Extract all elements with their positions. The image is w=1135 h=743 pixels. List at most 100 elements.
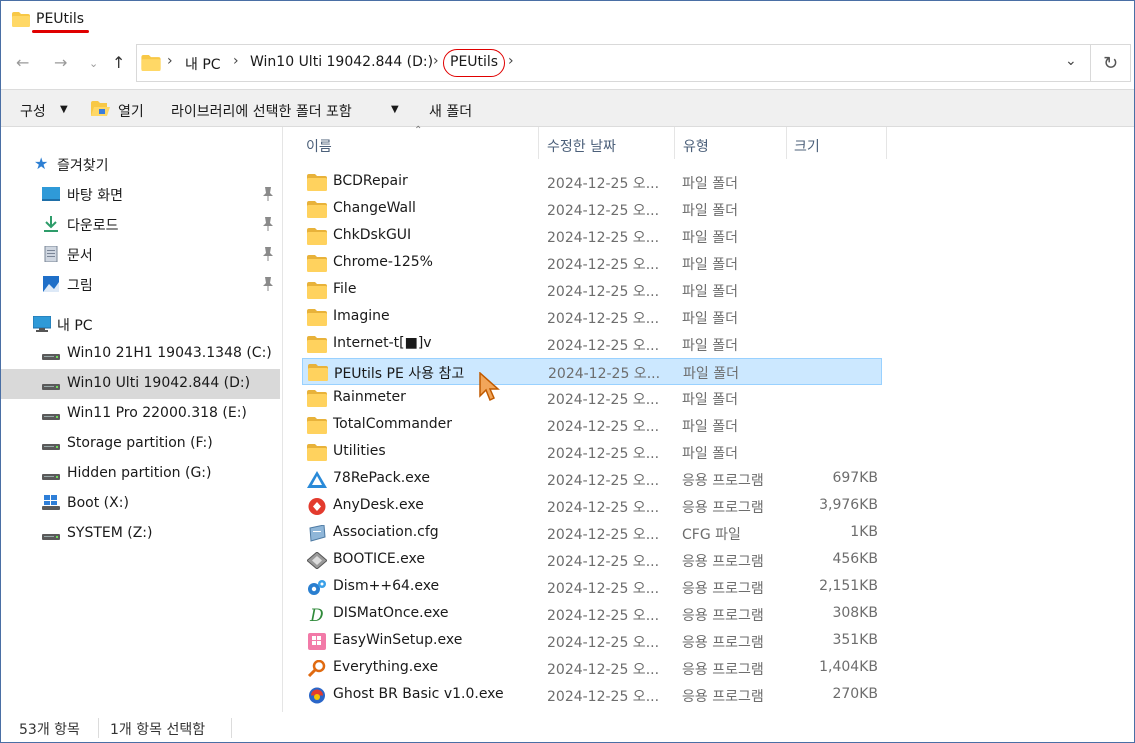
- breadcrumb-chevron-icon[interactable]: ›: [167, 53, 173, 69]
- file-type: 응용 프로그램: [682, 473, 764, 489]
- organize-caret-icon[interactable]: ▼: [60, 104, 68, 115]
- file-row[interactable]: ChkDskGUI 2024-12-25 오... 파일 폴더: [302, 223, 882, 250]
- drive-icon: [42, 474, 60, 480]
- gears-icon: [307, 579, 327, 596]
- new-folder-button[interactable]: 새 폴더: [429, 101, 472, 121]
- file-row[interactable]: Utilities 2024-12-25 오... 파일 폴더: [302, 439, 882, 466]
- status-bar: 53개 항목 1개 항목 선택함: [1, 712, 1134, 742]
- folder-icon: [307, 336, 327, 353]
- file-row[interactable]: Chrome-125% 2024-12-25 오... 파일 폴더: [302, 250, 882, 277]
- breadcrumb-chevron-icon[interactable]: ›: [508, 53, 514, 69]
- column-divider[interactable]: [886, 127, 887, 159]
- pin-icon[interactable]: [262, 277, 274, 291]
- sidebar-item-desktop[interactable]: 바탕 화면: [1, 179, 280, 209]
- folder-icon: [308, 364, 328, 381]
- file-row[interactable]: Internet-t[■]v 2024-12-25 오... 파일 폴더: [302, 331, 882, 358]
- file-row[interactable]: Ghost BR Basic v1.0.exe 2024-12-25 오... 응용…: [302, 682, 882, 709]
- folder-icon: [141, 55, 161, 71]
- file-row[interactable]: Rainmeter 2024-12-25 오... 파일 폴더: [302, 385, 882, 412]
- file-size: 1,404KB: [819, 659, 878, 675]
- sidebar-item-pictures[interactable]: 그림: [1, 269, 280, 299]
- sidebar-item-downloads[interactable]: 다운로드: [1, 209, 280, 239]
- sidebar-item-drive-d[interactable]: Win10 Ulti 19042.844 (D:): [1, 369, 280, 399]
- organize-button[interactable]: 구성: [20, 101, 46, 121]
- forward-arrow-icon[interactable]: →: [54, 53, 67, 72]
- breadcrumb-this-pc[interactable]: 내 PC: [185, 54, 221, 74]
- open-button[interactable]: 열기: [118, 101, 144, 121]
- file-row[interactable]: BCDRepair 2024-12-25 오... 파일 폴더: [302, 169, 882, 196]
- sidebar-item-label: Boot (X:): [67, 495, 129, 511]
- file-date: 2024-12-25 오...: [547, 257, 660, 273]
- file-date: 2024-12-25 오...: [547, 176, 660, 192]
- sidebar-item-drive-g[interactable]: Hidden partition (G:): [1, 459, 280, 489]
- file-date: 2024-12-25 오...: [547, 581, 660, 597]
- file-date: 2024-12-25 오...: [547, 608, 660, 624]
- file-type: 파일 폴더: [682, 392, 738, 408]
- sidebar-item-drive-e[interactable]: Win11 Pro 22000.318 (E:): [1, 399, 280, 429]
- file-type: 응용 프로그램: [682, 500, 764, 516]
- sidebar-item-drive-x[interactable]: Boot (X:): [1, 489, 280, 519]
- file-row[interactable]: BOOTICE.exe 2024-12-25 오... 응용 프로그램 456KB: [302, 547, 882, 574]
- quick-access[interactable]: ★ 즐겨찾기: [1, 149, 280, 179]
- folder-icon: [307, 201, 327, 218]
- address-dropdown-chevron-icon[interactable]: ⌄: [1065, 53, 1077, 69]
- column-divider[interactable]: [674, 127, 675, 159]
- breadcrumb-drive-d[interactable]: Win10 Ulti 19042.844 (D:): [250, 54, 433, 70]
- sidebar-item-this-pc[interactable]: 내 PC: [1, 309, 280, 339]
- folder-icon: [307, 282, 327, 299]
- file-name: PEUtils PE 사용 참고: [334, 366, 465, 382]
- file-row[interactable]: TotalCommander 2024-12-25 오... 파일 폴더: [302, 412, 882, 439]
- folder-icon: [307, 444, 327, 461]
- breadcrumb-chevron-icon[interactable]: ›: [233, 53, 239, 69]
- include-caret-icon[interactable]: ▼: [391, 104, 399, 115]
- file-size: 3,976KB: [819, 497, 878, 513]
- column-header-size[interactable]: 크기: [794, 136, 820, 156]
- file-row[interactable]: Everything.exe 2024-12-25 오... 응용 프로그램 1,40…: [302, 655, 882, 682]
- column-divider[interactable]: [786, 127, 787, 159]
- file-type: 응용 프로그램: [682, 662, 764, 678]
- column-header-date[interactable]: 수정한 날짜: [547, 136, 616, 156]
- pin-icon[interactable]: [262, 217, 274, 231]
- file-row[interactable]: EasyWinSetup.exe 2024-12-25 오... 응용 프로그램 35…: [302, 628, 882, 655]
- folder-icon: [307, 390, 327, 407]
- file-row[interactable]: Dism++64.exe 2024-12-25 오... 응용 프로그램 2,151K…: [302, 574, 882, 601]
- recent-locations-chevron-icon[interactable]: ⌄: [89, 57, 98, 70]
- computer-icon: [33, 316, 51, 332]
- breadcrumb-peutils[interactable]: PEUtils: [450, 54, 498, 70]
- file-name: EasyWinSetup.exe: [333, 632, 463, 648]
- file-date: 2024-12-25 오...: [547, 689, 660, 705]
- pin-icon[interactable]: [262, 187, 274, 201]
- file-row[interactable]: ChangeWall 2024-12-25 오... 파일 폴더: [302, 196, 882, 223]
- status-divider: [98, 718, 99, 738]
- file-name: File: [333, 281, 357, 297]
- refresh-button[interactable]: ↻: [1091, 44, 1131, 82]
- file-date: 2024-12-25 오...: [547, 392, 660, 408]
- up-arrow-icon[interactable]: ↑: [112, 53, 125, 72]
- file-row[interactable]: Imagine 2024-12-25 오... 파일 폴더: [302, 304, 882, 331]
- column-header-type[interactable]: 유형: [683, 136, 709, 156]
- file-row[interactable]: Association.cfg 2024-12-25 오... CFG 파일 1KB: [302, 520, 882, 547]
- file-name: Dism++64.exe: [333, 578, 440, 594]
- include-in-library-button[interactable]: 라이브러리에 선택한 폴더 포함: [171, 101, 352, 121]
- sidebar-item-drive-f[interactable]: Storage partition (F:): [1, 429, 280, 459]
- file-type: 파일 폴더: [682, 419, 738, 435]
- sidebar-item-label: SYSTEM (Z:): [67, 525, 153, 541]
- breadcrumb-chevron-icon[interactable]: ›: [433, 53, 439, 69]
- column-header-name[interactable]: 이름: [306, 136, 332, 156]
- address-bar[interactable]: › 내 PC › Win10 Ulti 19042.844 (D:) › PEU…: [136, 44, 1091, 82]
- anydesk-icon: [307, 498, 327, 515]
- file-row[interactable]: PEUtils PE 사용 참고 2024-12-25 오... 파일 폴더: [302, 358, 882, 385]
- back-arrow-icon[interactable]: ←: [16, 53, 29, 72]
- mouse-cursor-icon: [479, 372, 500, 402]
- file-name: Everything.exe: [333, 659, 439, 675]
- sidebar-item-documents[interactable]: 문서: [1, 239, 280, 269]
- sidebar-item-drive-c[interactable]: Win10 21H1 19043.1348 (C:): [1, 339, 280, 369]
- sidebar-item-drive-z[interactable]: SYSTEM (Z:): [1, 519, 280, 549]
- column-divider[interactable]: [538, 127, 539, 159]
- pin-icon[interactable]: [262, 247, 274, 261]
- file-row[interactable]: 78RePack.exe 2024-12-25 오... 응용 프로그램 697KB: [302, 466, 882, 493]
- file-row[interactable]: AnyDesk.exe 2024-12-25 오... 응용 프로그램 3,976KB: [302, 493, 882, 520]
- file-row[interactable]: File 2024-12-25 오... 파일 폴더: [302, 277, 882, 304]
- file-row[interactable]: D DISMatOnce.exe 2024-12-25 오... 응용 프로그램 308…: [302, 601, 882, 628]
- file-size: 2,151KB: [819, 578, 878, 594]
